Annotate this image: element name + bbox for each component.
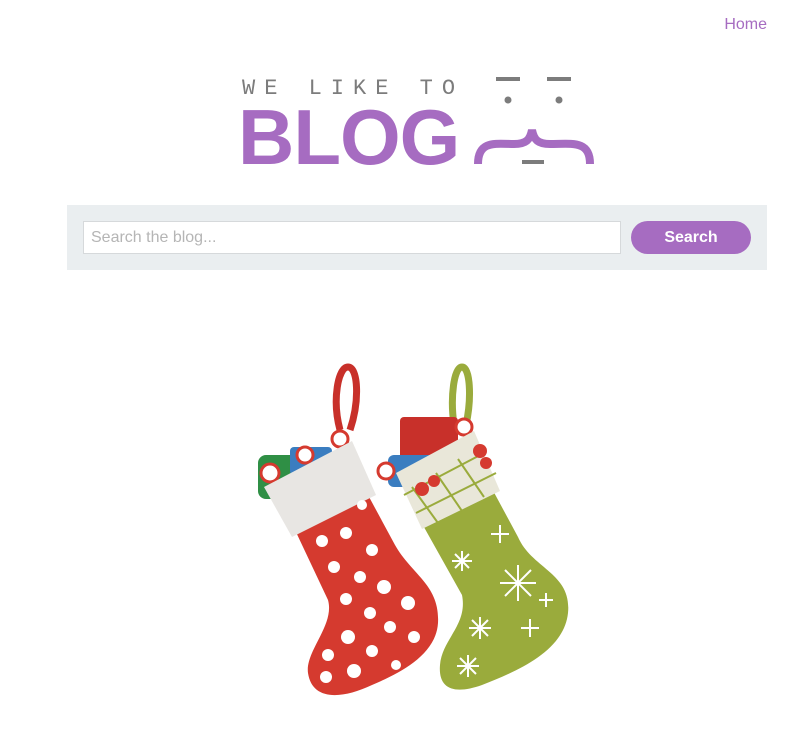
site-logo[interactable]: WE LIKE TO BLOG bbox=[238, 72, 598, 181]
hero-image bbox=[200, 355, 600, 715]
search-button[interactable]: Search bbox=[631, 221, 751, 254]
search-bar: Search bbox=[67, 205, 767, 270]
smiley-face-icon bbox=[474, 77, 594, 165]
top-nav: Home bbox=[724, 16, 767, 34]
search-input[interactable] bbox=[83, 221, 621, 254]
logo-wordmark: BLOG bbox=[238, 93, 460, 181]
home-link[interactable]: Home bbox=[724, 16, 767, 33]
christmas-stockings-image bbox=[258, 363, 569, 696]
